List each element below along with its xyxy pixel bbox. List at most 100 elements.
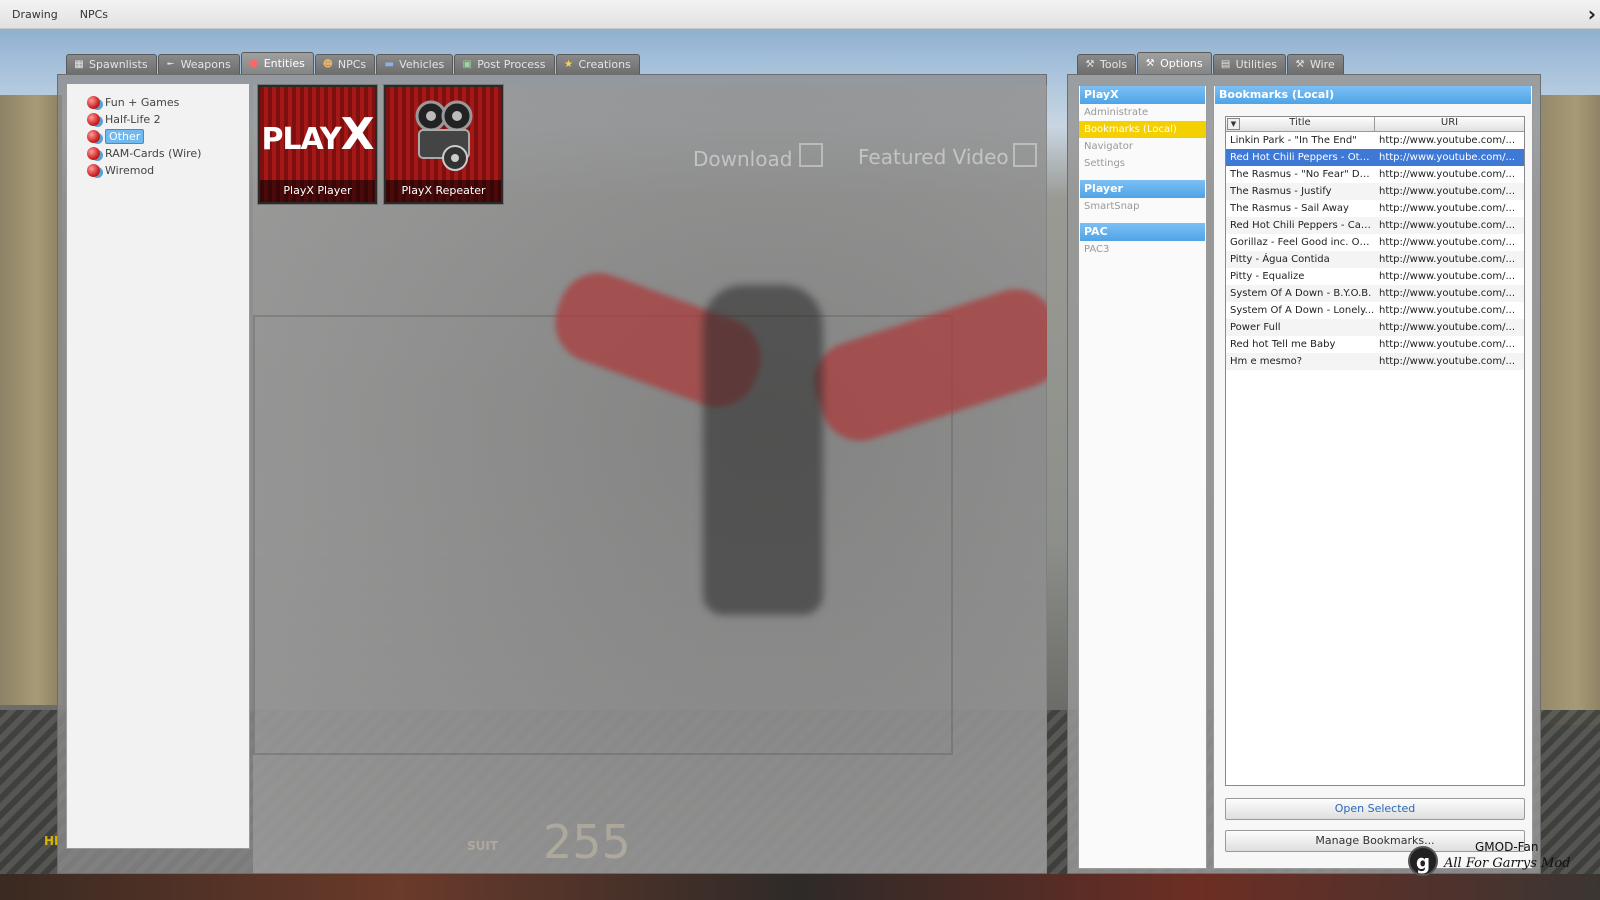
image-icon: ▣ bbox=[462, 59, 472, 70]
options-category-list: PlayX Administrate Bookmarks (Local) Nav… bbox=[1078, 85, 1207, 869]
gun-icon: ╾ bbox=[167, 59, 174, 70]
watermark-line1: GMOD-Fan bbox=[1475, 840, 1539, 854]
category-item-bookmarks-local[interactable]: Bookmarks (Local) bbox=[1079, 121, 1206, 138]
bookmark-title-cell: Red Hot Chili Peppers - Can... bbox=[1230, 220, 1375, 231]
bookmark-title-cell: Power Full bbox=[1230, 322, 1281, 333]
category-tree: Fun + Games Half-Life 2 Other RAM-Cards … bbox=[66, 83, 250, 849]
bookmark-uri-cell: http://www.youtube.com/... bbox=[1379, 152, 1516, 163]
download-label: Download bbox=[693, 147, 793, 171]
tab-options[interactable]: ⚒ Options bbox=[1137, 52, 1212, 74]
tab-label: NPCs bbox=[337, 58, 367, 71]
table-row[interactable]: System Of A Down - B.Y.O.B. http://www.yo… bbox=[1226, 285, 1524, 302]
spawn-icon-grid: PLAYX PlayX Player PlayX Repeater bbox=[258, 85, 503, 204]
category-item-settings[interactable]: Settings bbox=[1079, 155, 1206, 172]
hud-suit-value: 255 bbox=[543, 815, 631, 869]
list-rows: Linkin Park - "In The End" http://www.you… bbox=[1226, 132, 1524, 370]
table-row[interactable]: Power Full http://www.youtube.com/... bbox=[1226, 319, 1524, 336]
category-spacer bbox=[1079, 215, 1206, 223]
table-row[interactable]: Pitty - Água Contida http://www.youtube.c… bbox=[1226, 251, 1524, 268]
tab-utilities[interactable]: ▤ Utilities bbox=[1212, 54, 1286, 74]
tab-weapons[interactable]: ╾ Weapons bbox=[157, 54, 240, 74]
tab-post-process[interactable]: ▣ Post Process bbox=[454, 54, 555, 74]
sort-dropdown-icon[interactable]: ▼ bbox=[1227, 118, 1240, 130]
tab-creations[interactable]: ★ Creations bbox=[555, 54, 640, 74]
category-item-smartsnap[interactable]: SmartSnap bbox=[1079, 198, 1206, 215]
tab-label: Entities bbox=[263, 57, 305, 70]
spawnicon-playx-player[interactable]: PLAYX PlayX Player bbox=[258, 85, 377, 204]
bookmark-uri-cell: http://www.youtube.com/... bbox=[1379, 220, 1516, 231]
tab-wire[interactable]: ⚒ Wire bbox=[1286, 54, 1344, 74]
tab-npcs[interactable]: ☻ NPCs bbox=[314, 54, 376, 74]
spawnicon-label: PlayX Repeater bbox=[386, 180, 501, 202]
table-row[interactable]: Hm e mesmo? http://www.youtube.com/... bbox=[1226, 353, 1524, 370]
spawn-tabs: ▦ Spawnlists ╾ Weapons ● Entities ☻ NPCs ▬ Ve… bbox=[66, 52, 640, 74]
tab-entities[interactable]: ● Entities bbox=[240, 52, 314, 74]
background-wall-right bbox=[1540, 95, 1600, 725]
category-item-administrate[interactable]: Administrate bbox=[1079, 104, 1206, 121]
bookmarks-list[interactable]: ▼ Title URI Linkin Park - "In The End" ht… bbox=[1225, 116, 1525, 786]
wrench-icon: ⚒ bbox=[1295, 59, 1305, 70]
table-row[interactable]: Gorillaz - Feel Good inc. Offi... http://… bbox=[1226, 234, 1524, 251]
category-header-player[interactable]: Player bbox=[1080, 180, 1205, 198]
bookmarks-panel-title: Bookmarks (Local) bbox=[1215, 86, 1531, 104]
category-header-playx[interactable]: PlayX bbox=[1080, 86, 1205, 104]
table-row[interactable]: Pitty - Equalize http://www.youtube.com/.… bbox=[1226, 268, 1524, 285]
tree-node-ram-cards[interactable]: RAM-Cards (Wire) bbox=[67, 145, 249, 162]
bookmark-title-cell: System Of A Down - Lonely... bbox=[1230, 305, 1375, 316]
column-header-title[interactable]: ▼ Title bbox=[1226, 117, 1375, 131]
watermark: g GMOD-Fan All For Garrys Mod bbox=[1400, 838, 1600, 886]
hud-suit-label: SUIT bbox=[467, 839, 499, 853]
document-icon: ▤ bbox=[1220, 59, 1231, 70]
bookmark-uri-cell: http://www.youtube.com/... bbox=[1379, 169, 1516, 180]
wrench-icon: ⚒ bbox=[1145, 58, 1155, 69]
table-row[interactable]: System Of A Down - Lonely... http://www.y… bbox=[1226, 302, 1524, 319]
bookmark-uri-cell: http://www.youtube.com/... bbox=[1379, 356, 1516, 367]
tab-spawnlists[interactable]: ▦ Spawnlists bbox=[66, 54, 157, 74]
category-spacer bbox=[1079, 172, 1206, 180]
background-wall-left bbox=[0, 95, 62, 705]
playx-logo: PLAYX bbox=[261, 109, 374, 160]
star-icon: ★ bbox=[564, 59, 573, 70]
bookmark-uri-cell: http://www.youtube.com/... bbox=[1379, 305, 1516, 316]
table-row[interactable]: Red Hot Chili Peppers - Can... http://www… bbox=[1226, 217, 1524, 234]
bookmark-title-cell: Pitty - Água Contida bbox=[1230, 254, 1330, 265]
entity-ball-icon bbox=[87, 96, 100, 109]
category-item-navigator[interactable]: Navigator bbox=[1079, 138, 1206, 155]
menu-drawing[interactable]: Drawing bbox=[12, 8, 58, 21]
spawnicon-playx-repeater[interactable]: PlayX Repeater bbox=[384, 85, 503, 204]
list-header: ▼ Title URI bbox=[1226, 117, 1524, 132]
bookmarks-panel: Bookmarks (Local) ▼ Title URI Linkin Par… bbox=[1213, 85, 1533, 869]
bookmark-uri-cell: http://www.youtube.com/... bbox=[1379, 322, 1516, 333]
menu-npcs[interactable]: NPCs bbox=[80, 8, 108, 21]
tree-node-wiremod[interactable]: Wiremod bbox=[67, 162, 249, 179]
bookmark-title-cell: Hm e mesmo? bbox=[1230, 356, 1303, 367]
tab-tools[interactable]: ⚒ Tools bbox=[1077, 54, 1137, 74]
column-uri-label: URI bbox=[1440, 117, 1459, 128]
download-box-icon bbox=[799, 143, 823, 167]
tab-label: Options bbox=[1160, 57, 1203, 70]
tree-node-fun-games[interactable]: Fun + Games bbox=[67, 94, 249, 111]
table-row[interactable]: The Rasmus - Sail Away http://www.youtube… bbox=[1226, 200, 1524, 217]
tree-node-half-life-2[interactable]: Half-Life 2 bbox=[67, 111, 249, 128]
bookmark-title-cell: Pitty - Equalize bbox=[1230, 271, 1305, 282]
table-row[interactable]: The Rasmus - "No Fear" DR... http://www.y… bbox=[1226, 166, 1524, 183]
table-row[interactable]: Red Hot Chili Peppers - Oth... http://www… bbox=[1226, 149, 1524, 166]
bookmark-title-cell: The Rasmus - Justify bbox=[1230, 186, 1332, 197]
tree-node-other[interactable]: Other bbox=[67, 128, 249, 145]
open-selected-button[interactable]: Open Selected bbox=[1225, 798, 1525, 820]
category-header-pac[interactable]: PAC bbox=[1080, 223, 1205, 241]
column-header-uri[interactable]: URI bbox=[1375, 117, 1524, 131]
featured-box-icon bbox=[1013, 143, 1037, 167]
table-row[interactable]: Red hot Tell me Baby http://www.youtube.c… bbox=[1226, 336, 1524, 353]
hud-health-label: HI bbox=[44, 834, 59, 848]
entity-ball-icon bbox=[87, 147, 100, 160]
table-row[interactable]: The Rasmus - Justify http://www.youtube.c… bbox=[1226, 183, 1524, 200]
chevron-right-icon[interactable]: › bbox=[1588, 2, 1596, 26]
table-row[interactable]: Linkin Park - "In The End" http://www.you… bbox=[1226, 132, 1524, 149]
entity-ball-icon: ● bbox=[249, 58, 259, 69]
category-item-pac3[interactable]: PAC3 bbox=[1079, 241, 1206, 258]
tab-vehicles[interactable]: ▬ Vehicles bbox=[376, 54, 454, 74]
context-tabs: ⚒ Tools ⚒ Options ▤ Utilities ⚒ Wire bbox=[1077, 52, 1344, 74]
tab-label: Post Process bbox=[477, 58, 546, 71]
tree-node-label: Half-Life 2 bbox=[105, 113, 161, 126]
